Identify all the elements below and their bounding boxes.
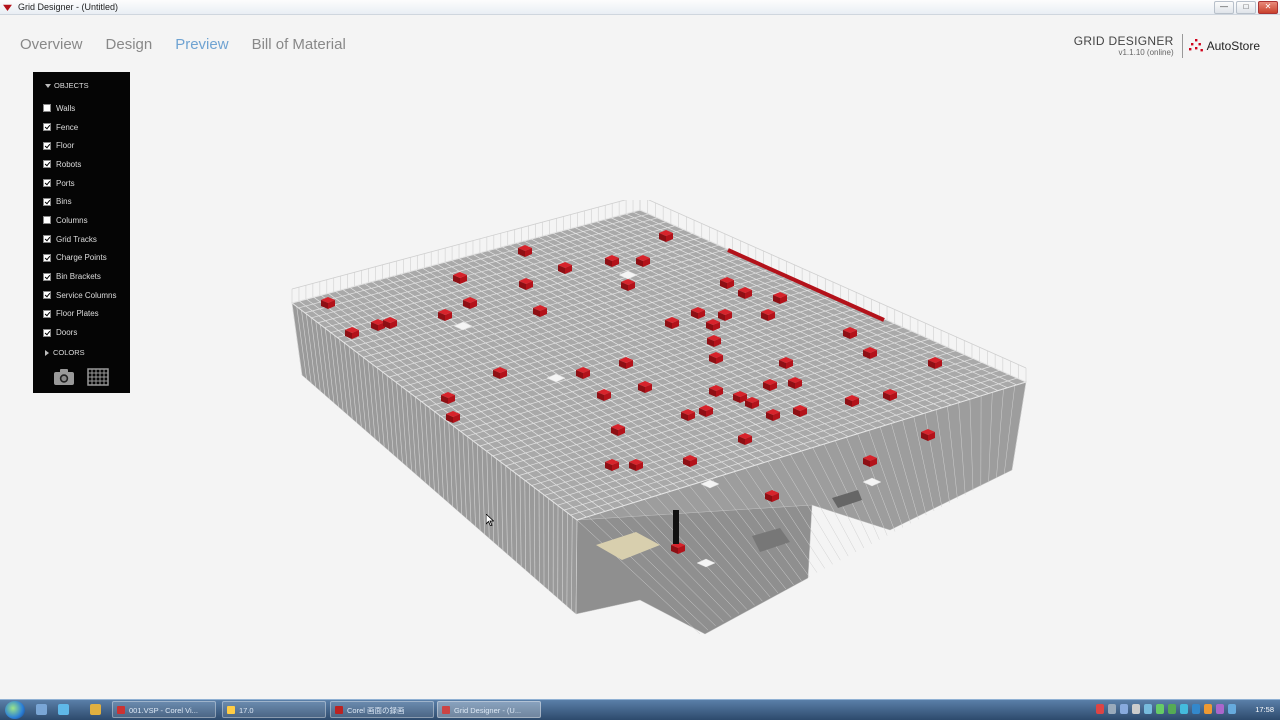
system-tray bbox=[1096, 704, 1236, 714]
task-app-icon bbox=[117, 706, 125, 714]
object-toggle-columns[interactable]: Columns bbox=[43, 211, 116, 230]
object-label: Bins bbox=[56, 197, 72, 207]
object-label: Columns bbox=[56, 215, 88, 225]
main-nav: Overview Design Preview Bill of Material bbox=[20, 36, 369, 53]
taskbar-task-1[interactable]: 17.0 bbox=[222, 701, 326, 718]
task-app-icon bbox=[335, 706, 343, 714]
task-label: 17.0 bbox=[239, 706, 254, 715]
window-titlebar: Grid Designer - (Untitled) — □ ✕ bbox=[0, 0, 1280, 15]
object-label: Walls bbox=[56, 103, 76, 113]
brand: GRID DESIGNER v1.1.10 (online) AutoStore bbox=[1074, 34, 1260, 58]
tab-overview[interactable]: Overview bbox=[20, 36, 83, 53]
checkbox[interactable] bbox=[43, 104, 51, 113]
close-button[interactable]: ✕ bbox=[1258, 1, 1278, 14]
window-title: Grid Designer - (Untitled) bbox=[18, 2, 119, 12]
object-toggle-grid-tracks[interactable]: Grid Tracks bbox=[43, 230, 116, 249]
clock: 17:58 bbox=[1255, 705, 1274, 714]
object-label: Charge Points bbox=[56, 253, 107, 263]
os-taskbar: 001.VSP - Corel Vi... 17.0 Corel 画面の録画 Grid… bbox=[0, 699, 1280, 720]
object-toggle-service-columns[interactable]: Service Columns bbox=[43, 286, 116, 305]
object-toggle-floor-plates[interactable]: Floor Plates bbox=[43, 305, 116, 324]
explorer-icon[interactable] bbox=[36, 704, 47, 715]
checkbox[interactable] bbox=[43, 291, 51, 300]
task-label: 001.VSP - Corel Vi... bbox=[129, 706, 198, 715]
object-label: Grid Tracks bbox=[56, 234, 97, 244]
grid-3d-preview[interactable] bbox=[280, 200, 1040, 640]
taskbar-task-2[interactable]: Corel 画面の録画 bbox=[330, 701, 434, 718]
window-controls: — □ ✕ bbox=[1214, 1, 1278, 14]
product-name: GRID DESIGNER bbox=[1073, 34, 1174, 48]
objects-panel: OBJECTS Walls Fence Floor Robots Ports Bins Co… bbox=[33, 72, 130, 393]
mouse-cursor-icon bbox=[486, 514, 494, 526]
object-toggle-doors[interactable]: Doors bbox=[43, 323, 116, 342]
task-label: Corel 画面の録画 bbox=[347, 706, 405, 715]
checkbox[interactable] bbox=[43, 253, 51, 262]
tab-bill-of-material[interactable]: Bill of Material bbox=[252, 36, 346, 53]
object-label: Fence bbox=[56, 122, 79, 132]
brand-text: GRID DESIGNER v1.1.10 (online) bbox=[1073, 34, 1174, 58]
object-label: Floor bbox=[56, 141, 75, 151]
checkbox[interactable] bbox=[43, 328, 51, 337]
object-label: Ports bbox=[56, 178, 75, 188]
object-label: Floor Plates bbox=[56, 309, 99, 319]
start-button[interactable] bbox=[5, 701, 25, 719]
object-toggle-ports[interactable]: Ports bbox=[43, 174, 116, 193]
company-name: AutoStore bbox=[1206, 39, 1260, 53]
tab-design[interactable]: Design bbox=[106, 36, 153, 53]
object-toggle-walls[interactable]: Walls bbox=[43, 99, 116, 118]
objects-section-toggle[interactable]: OBJECTS bbox=[45, 81, 89, 90]
object-toggle-fence[interactable]: Fence bbox=[43, 118, 116, 137]
checkbox[interactable] bbox=[43, 235, 51, 244]
caret-right-icon bbox=[45, 349, 49, 356]
object-label: Robots bbox=[56, 159, 82, 169]
object-toggle-floor[interactable]: Floor bbox=[43, 136, 116, 155]
checkbox[interactable] bbox=[43, 216, 51, 225]
checkbox[interactable] bbox=[43, 141, 51, 150]
checkbox[interactable] bbox=[43, 160, 51, 169]
chrome-icon[interactable] bbox=[90, 704, 101, 715]
object-label: Bin Brackets bbox=[56, 272, 101, 282]
panel-tools bbox=[53, 368, 109, 386]
checkbox[interactable] bbox=[43, 309, 51, 318]
checkbox[interactable] bbox=[43, 197, 51, 206]
object-label: Service Columns bbox=[56, 290, 117, 300]
checkbox[interactable] bbox=[43, 272, 51, 281]
object-toggle-robots[interactable]: Robots bbox=[43, 155, 116, 174]
camera-icon[interactable] bbox=[53, 368, 75, 386]
colors-section-toggle[interactable]: COLORS bbox=[45, 348, 85, 357]
checkbox[interactable] bbox=[43, 179, 51, 188]
colors-label: COLORS bbox=[53, 348, 85, 357]
tab-preview[interactable]: Preview bbox=[175, 36, 228, 53]
maximize-button[interactable]: □ bbox=[1236, 1, 1256, 14]
object-toggle-charge-points[interactable]: Charge Points bbox=[43, 249, 116, 268]
task-label: Grid Designer - (U... bbox=[454, 706, 522, 715]
service-column bbox=[673, 510, 679, 544]
taskbar-task-0[interactable]: 001.VSP - Corel Vi... bbox=[112, 701, 216, 718]
taskbar-task-3[interactable]: Grid Designer - (U... bbox=[437, 701, 541, 718]
task-app-icon bbox=[442, 706, 450, 714]
autostore-logo-icon bbox=[1188, 39, 1203, 52]
grid-icon[interactable] bbox=[87, 368, 109, 386]
app-icon bbox=[3, 4, 12, 11]
object-label: Doors bbox=[56, 328, 78, 338]
objects-label: OBJECTS bbox=[54, 81, 89, 90]
task-app-icon bbox=[227, 706, 235, 714]
ie-icon[interactable] bbox=[58, 704, 69, 715]
objects-list: Walls Fence Floor Robots Ports Bins Columns Gri… bbox=[43, 99, 116, 342]
checkbox[interactable] bbox=[43, 123, 51, 132]
object-toggle-bins[interactable]: Bins bbox=[43, 192, 116, 211]
object-toggle-bin-brackets[interactable]: Bin Brackets bbox=[43, 267, 116, 286]
minimize-button[interactable]: — bbox=[1214, 1, 1234, 14]
brand-divider bbox=[1181, 34, 1183, 58]
caret-down-icon bbox=[45, 83, 51, 88]
product-version: v1.1.10 (online) bbox=[1118, 48, 1174, 57]
